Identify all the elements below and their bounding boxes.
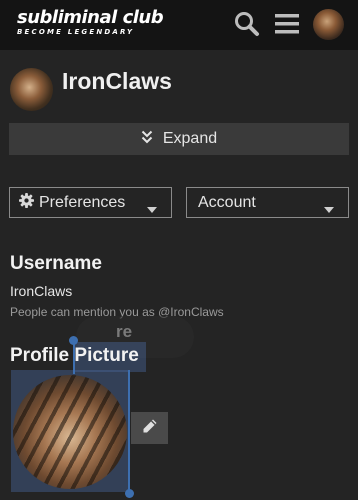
logo-title: subliminal club	[17, 7, 164, 28]
selection-end-line	[128, 370, 130, 492]
hamburger-menu-icon[interactable]	[275, 13, 299, 35]
top-header: subliminal club BECOME LEGENDARY	[0, 0, 358, 50]
account-dropdown[interactable]: Account	[186, 187, 349, 218]
username-heading: Username	[10, 253, 102, 274]
gear-icon	[19, 192, 34, 213]
account-label: Account	[198, 193, 256, 211]
search-icon[interactable]	[233, 10, 261, 38]
site-logo[interactable]: subliminal club BECOME LEGENDARY	[17, 7, 164, 37]
caret-down-icon	[147, 200, 157, 218]
profile-picture	[13, 375, 127, 489]
selection-end-handle[interactable]	[125, 489, 134, 498]
edit-picture-button[interactable]	[131, 412, 168, 444]
double-chevron-down-icon	[141, 130, 153, 149]
profile-name: IronClaws	[62, 68, 172, 94]
ghost-text: re	[116, 322, 133, 341]
expand-button[interactable]: Expand	[9, 123, 349, 155]
logo-tagline: BECOME LEGENDARY	[17, 28, 135, 36]
profile-avatar	[10, 68, 53, 111]
user-avatar[interactable]	[313, 9, 344, 40]
preferences-dropdown[interactable]: Preferences	[9, 187, 172, 218]
selection-start-handle[interactable]	[69, 336, 78, 345]
pencil-icon	[142, 418, 158, 439]
preferences-label: Preferences	[39, 193, 126, 211]
caret-down-icon	[324, 200, 334, 218]
selection-start-line	[73, 340, 75, 374]
expand-label: Expand	[162, 130, 218, 147]
username-value: IronClaws	[10, 283, 73, 299]
